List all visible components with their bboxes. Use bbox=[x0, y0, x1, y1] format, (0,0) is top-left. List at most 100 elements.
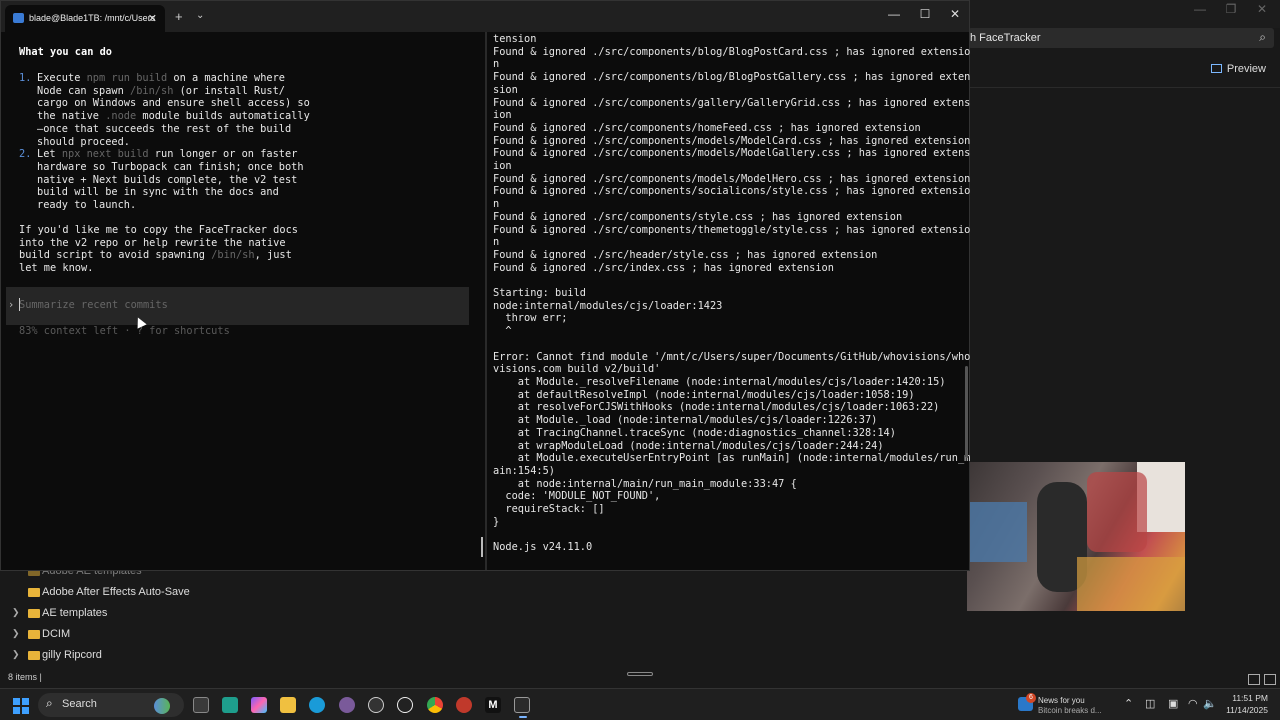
copilot-search-icon[interactable] bbox=[154, 698, 170, 714]
text-line: cargo on Windows and ensure shell access… bbox=[37, 97, 310, 110]
prompt-box[interactable]: › bbox=[6, 287, 469, 325]
text-line: the native .node module builds automatic… bbox=[37, 110, 310, 123]
pane-focus-indicator bbox=[481, 537, 483, 557]
terminal-taskbar-icon[interactable] bbox=[514, 697, 530, 718]
output-line: code: 'MODULE_NOT_FOUND', bbox=[493, 490, 661, 503]
taskbar: ⌕ Search M 6 News for you Bitcoin breaks… bbox=[0, 688, 1280, 720]
wifi-icon[interactable]: ◠ bbox=[1188, 697, 1198, 710]
close-icon[interactable]: ✕ bbox=[945, 7, 965, 21]
text-segment: —once that succeeds the rest of the buil… bbox=[37, 122, 292, 135]
output-line: at resolveForCJSWithHooks (node:internal… bbox=[493, 401, 940, 414]
app-icon-purple[interactable] bbox=[339, 697, 355, 713]
volume-icon[interactable]: 🔈 bbox=[1203, 697, 1217, 710]
text-segment: Let bbox=[37, 148, 62, 161]
text-segment: (or install Rust/ bbox=[173, 84, 285, 97]
taskbar-search-label: Search bbox=[62, 698, 97, 710]
nav-item-label: gilly Ripcord bbox=[42, 649, 102, 661]
output-line: Found & ignored ./src/components/sociali… bbox=[493, 185, 971, 198]
output-line: ion bbox=[493, 160, 512, 173]
edge-icon[interactable] bbox=[309, 697, 325, 713]
minimize-icon[interactable]: — bbox=[884, 7, 904, 21]
task-view-icon[interactable] bbox=[193, 697, 209, 713]
text-line: Let npx next build run longer or on fast… bbox=[37, 148, 310, 161]
output-line: } bbox=[493, 515, 500, 528]
list-item: 1. Execute npm run build on a machine whe… bbox=[19, 72, 310, 148]
settings-gear-icon[interactable] bbox=[368, 697, 384, 713]
closing-paragraph: If you'd like me to copy the FaceTracker… bbox=[19, 224, 298, 275]
text-line: —once that succeeds the rest of the buil… bbox=[37, 123, 310, 136]
output-line: visions.com build v2/build' bbox=[493, 363, 661, 376]
chevron-right-icon[interactable]: ❯ bbox=[12, 607, 20, 618]
nav-item-label: Adobe After Effects Auto-Save bbox=[42, 586, 190, 598]
output-line: Error: Cannot find module '/mnt/c/Users/… bbox=[493, 350, 971, 363]
nav-item-label: DCIM bbox=[42, 628, 71, 640]
text-segment: build script to avoid spawning bbox=[19, 249, 212, 262]
app-icon-teal[interactable] bbox=[222, 697, 238, 713]
windows-start-icon[interactable] bbox=[13, 698, 29, 714]
inline-code: .node bbox=[105, 110, 137, 123]
nav-item-ae-autosave[interactable]: Adobe After Effects Auto-Save bbox=[0, 583, 190, 604]
prompt-input[interactable] bbox=[19, 299, 459, 311]
file-explorer-icon[interactable] bbox=[280, 697, 296, 713]
output-line: Found & ignored ./src/header/style.css ;… bbox=[493, 248, 878, 261]
clock-date: 11/14/2025 bbox=[1226, 705, 1268, 715]
terminal-scrollbar[interactable] bbox=[965, 366, 968, 458]
nav-item-gilly-ripcord[interactable]: ❯ gilly Ripcord bbox=[0, 646, 190, 667]
tiles-view-icon[interactable] bbox=[1264, 674, 1276, 685]
output-line: Found & ignored ./src/components/style.c… bbox=[493, 210, 903, 223]
output-line: Found & ignored ./src/components/themeto… bbox=[493, 223, 971, 236]
instruction-list: 1. Execute npm run build on a machine whe… bbox=[19, 72, 310, 212]
explorer-titlebar: — ❐ ✕ bbox=[968, 0, 1280, 28]
search-icon: ⌕ bbox=[46, 696, 53, 710]
nav-item-dcim[interactable]: ❯ DCIM bbox=[0, 625, 190, 646]
chevron-right-icon[interactable]: ❯ bbox=[12, 649, 20, 660]
chevron-right-icon[interactable]: ❯ bbox=[12, 628, 20, 639]
minimize-icon[interactable]: — bbox=[1185, 2, 1215, 16]
output-line: at TracingChannel.traceSync (node:diagno… bbox=[493, 426, 896, 439]
output-line: at Module._load (node:internal/modules/c… bbox=[493, 414, 878, 427]
folder-icon bbox=[28, 609, 40, 618]
tab-active[interactable]: blade@Blade1TB: /mnt/c/Users ✕ bbox=[5, 5, 165, 32]
pane-divider[interactable] bbox=[485, 32, 487, 570]
close-icon[interactable]: ✕ bbox=[1247, 2, 1277, 16]
output-line: tension bbox=[493, 33, 537, 45]
explorer-search-input[interactable]: h FaceTracker ⌕ bbox=[968, 28, 1274, 48]
output-line: n bbox=[493, 58, 500, 71]
output-line: Found & ignored ./src/components/blog/Bl… bbox=[493, 45, 971, 58]
app-icon-red[interactable] bbox=[456, 697, 472, 713]
output-line: requireStack: [] bbox=[493, 503, 605, 516]
chatgpt-icon[interactable] bbox=[397, 697, 413, 713]
copilot-icon[interactable] bbox=[251, 697, 267, 713]
output-line: Found & ignored ./src/components/blog/Bl… bbox=[493, 71, 971, 84]
preview-button[interactable]: Preview bbox=[1210, 63, 1266, 75]
output-line: ain:154:5) bbox=[493, 464, 555, 477]
new-tab-icon[interactable]: + bbox=[175, 9, 183, 24]
news-widget[interactable]: 6 News for you Bitcoin breaks d... bbox=[1018, 693, 1116, 717]
restore-icon[interactable]: ❐ bbox=[1216, 2, 1246, 16]
search-icon[interactable]: ⌕ bbox=[1259, 30, 1266, 45]
chevron-up-icon[interactable]: ⌃ bbox=[1124, 697, 1133, 710]
text-segment: ready to launch. bbox=[37, 199, 137, 212]
list-number: 2. bbox=[19, 148, 32, 161]
output-line: throw err; bbox=[493, 312, 568, 325]
tray-app-icon-2[interactable]: ▣ bbox=[1168, 697, 1178, 710]
output-line: at wrapModuleLoad (node:internal/modules… bbox=[493, 439, 884, 452]
chevron-down-icon[interactable]: ⌄ bbox=[196, 10, 204, 21]
output-line: ^ bbox=[493, 325, 512, 338]
chrome-icon[interactable] bbox=[427, 697, 443, 713]
terminal-window: blade@Blade1TB: /mnt/c/Users ✕ + ⌄ — ☐ ✕… bbox=[0, 0, 970, 571]
horizontal-scroll-handle[interactable] bbox=[627, 672, 653, 676]
taskbar-clock[interactable]: 11:51 PM 11/14/2025 bbox=[1218, 692, 1268, 716]
terminal-titlebar: blade@Blade1TB: /mnt/c/Users ✕ + ⌄ — ☐ ✕ bbox=[1, 1, 969, 32]
output-line: Starting: build bbox=[493, 287, 586, 300]
codex-pane: What you can do 1. Execute npm run build … bbox=[1, 32, 482, 570]
maximize-icon[interactable]: ☐ bbox=[915, 7, 935, 21]
nav-item-ae-templates[interactable]: ❯ AE templates bbox=[0, 604, 190, 625]
details-view-icon[interactable] bbox=[1248, 674, 1260, 685]
app-icon-m[interactable]: M bbox=[485, 697, 501, 713]
close-tab-icon[interactable]: ✕ bbox=[148, 12, 157, 25]
output-line: ion bbox=[493, 109, 512, 122]
tray-app-icon[interactable]: ◫ bbox=[1145, 697, 1155, 710]
